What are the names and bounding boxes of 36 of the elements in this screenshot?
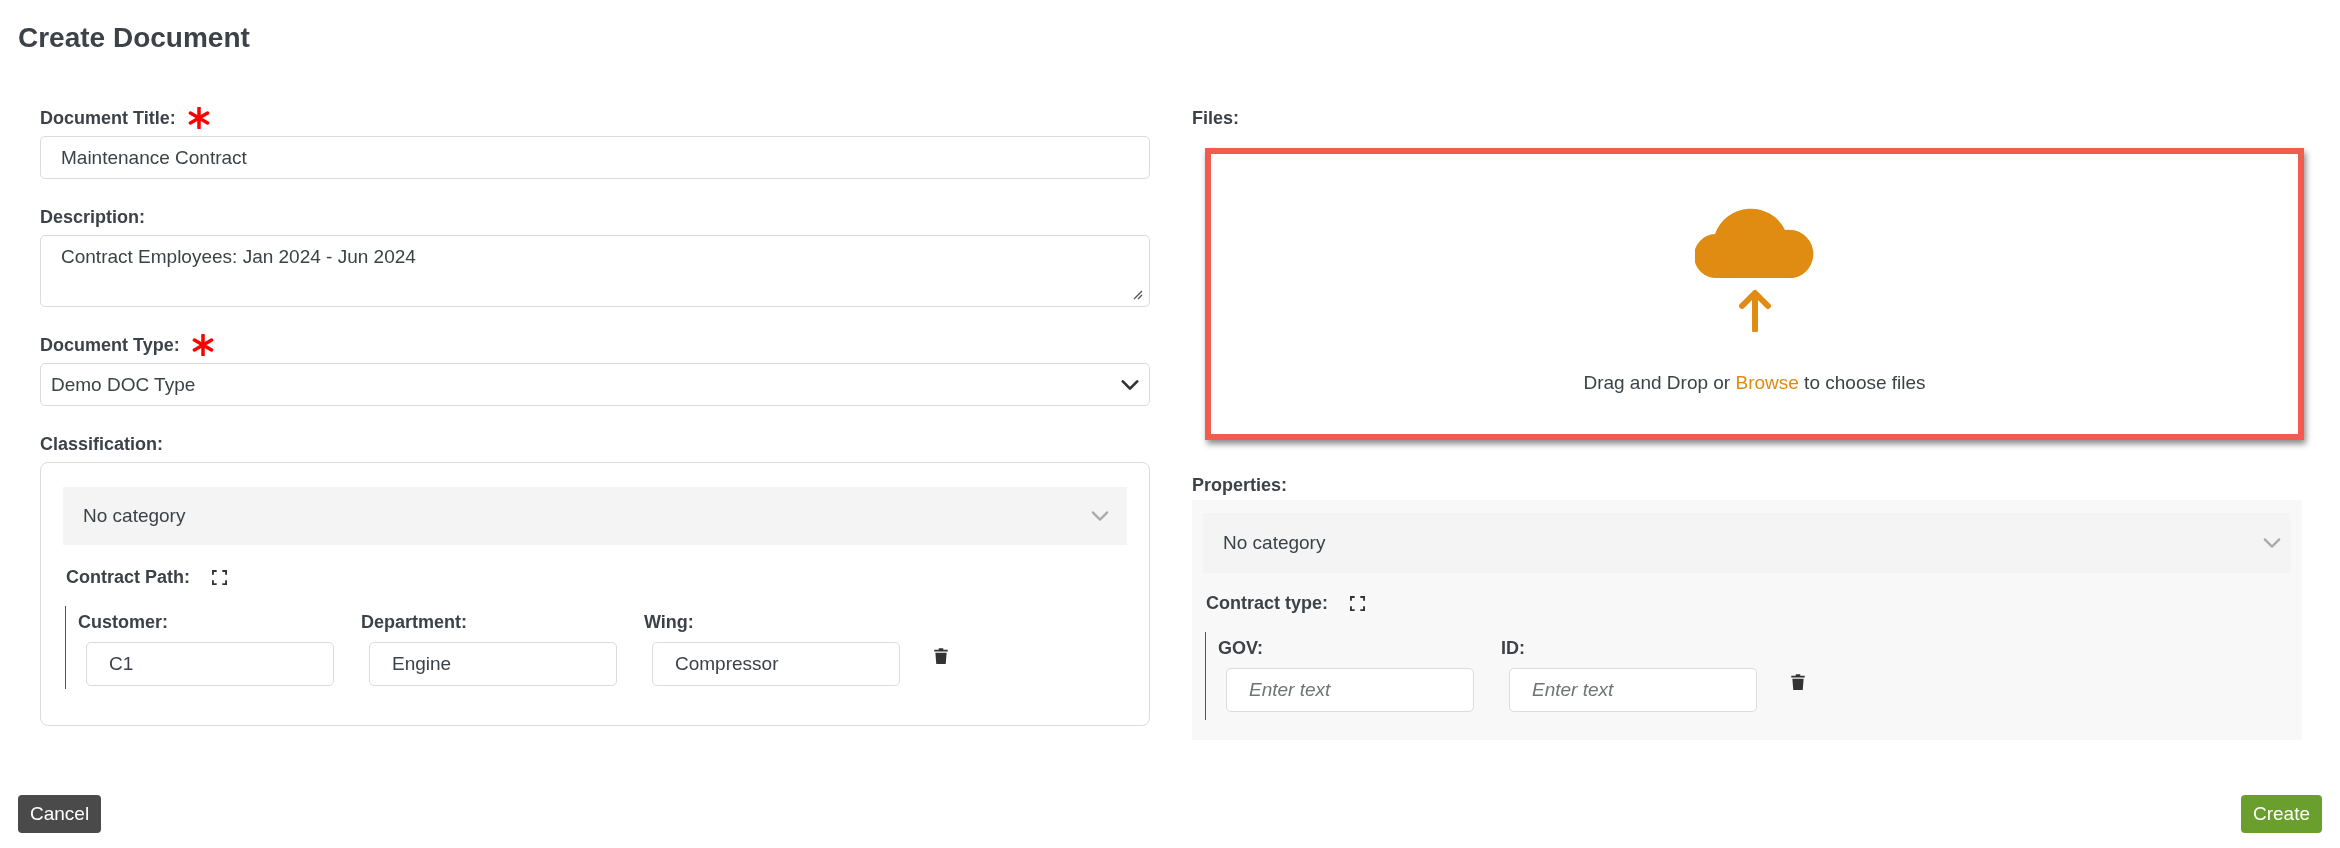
field-label: GOV: <box>1218 637 1264 660</box>
category-select[interactable]: No category <box>63 487 1127 545</box>
group-label: Contract type: <box>1206 592 1328 615</box>
trash-icon[interactable] <box>1790 673 1806 691</box>
file-drop-zone[interactable]: Drag and Drop or Browse to choose files <box>1205 148 2304 440</box>
field-label: Customer: <box>78 611 169 634</box>
text-input[interactable]: Enter text <box>1226 668 1474 712</box>
chevron-icon <box>2263 537 2281 549</box>
text-input[interactable]: Compressor <box>652 642 900 686</box>
expand-icon[interactable] <box>212 569 227 585</box>
cloud-upload-icon <box>1694 208 1815 332</box>
field-label: ID: <box>1501 637 1526 660</box>
text-input[interactable]: Maintenance Contract <box>40 136 1150 179</box>
textarea-field[interactable]: Contract Employees: Jan 2024 - Jun 2024 <box>40 235 1150 307</box>
page-title: Create Document <box>18 21 251 55</box>
field-label: Description: <box>40 206 145 229</box>
cancel-button[interactable]: Cancel <box>18 795 102 833</box>
field-label: Files: <box>1192 107 1239 130</box>
text-input[interactable]: Enter text <box>1509 668 1757 712</box>
chevron-icon <box>1121 378 1139 391</box>
drop-instructions: Drag and Drop or Browse to choose files <box>1583 372 1926 394</box>
field-label: Classification: <box>40 433 164 456</box>
chevron-icon <box>1091 510 1109 522</box>
expand-icon[interactable] <box>1350 595 1365 611</box>
text-input[interactable]: C1 <box>86 642 334 686</box>
field-label: Wing: <box>644 611 695 634</box>
field-label: Properties: <box>1192 474 1288 497</box>
select-field[interactable]: Demo DOC Type <box>40 363 1150 406</box>
field-label: Document Title: <box>40 107 176 130</box>
trash-icon[interactable] <box>933 647 949 665</box>
resize-grip-icon[interactable] <box>1131 288 1143 300</box>
field-label: Document Type: <box>40 334 180 357</box>
category-select[interactable]: No category <box>1203 513 2291 573</box>
field-label: Department: <box>361 611 468 634</box>
group-label: Contract Path: <box>66 566 190 589</box>
text-input[interactable]: Engine <box>369 642 617 686</box>
